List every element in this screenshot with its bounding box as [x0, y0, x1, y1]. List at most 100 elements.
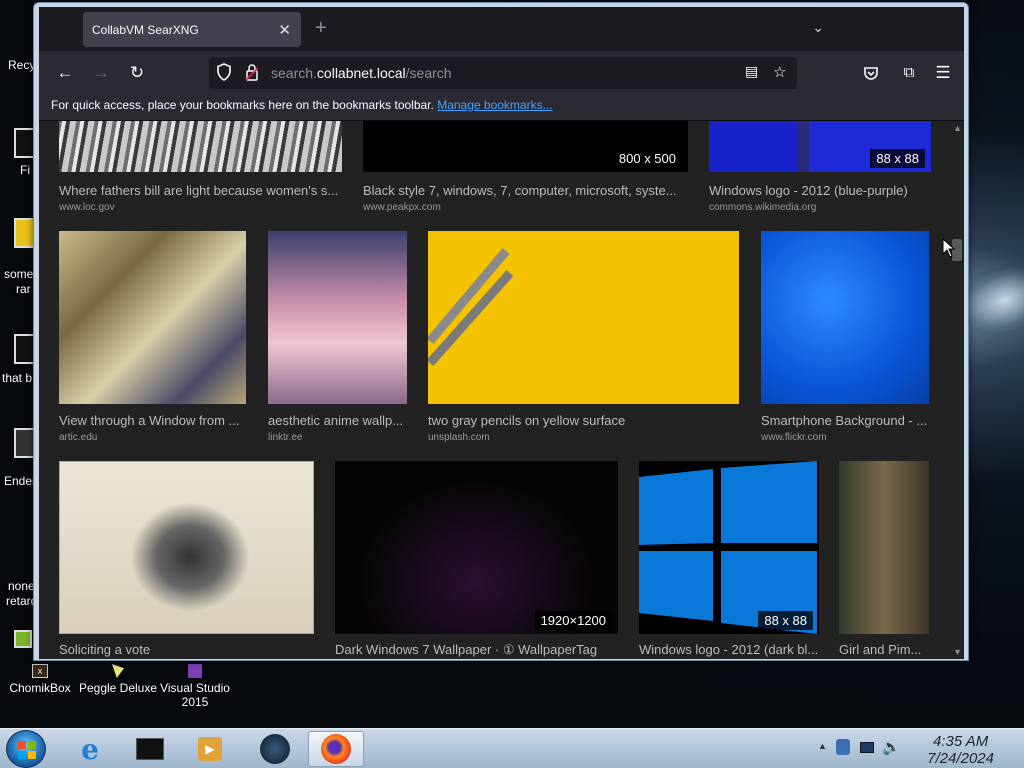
- taskbar-media[interactable]: ▶: [182, 731, 238, 767]
- desktop-icon-label-rar: rar: [16, 282, 31, 296]
- taskbar-explorer[interactable]: [122, 731, 178, 767]
- result-title[interactable]: Where fathers bill are light because wom…: [59, 183, 342, 198]
- resolution-badge: 88 x 88: [870, 149, 925, 168]
- lock-icon[interactable]: [245, 63, 259, 85]
- desktop-icon-chomikbox[interactable]: x ChomikBox: [0, 664, 80, 695]
- monitor-icon[interactable]: [860, 742, 874, 753]
- show-hidden-icons[interactable]: ▲: [818, 741, 827, 751]
- result-card[interactable]: two gray pencils on yellow surface unspl…: [428, 231, 739, 446]
- result-title[interactable]: Black style 7, windows, 7, computer, mic…: [363, 183, 688, 198]
- close-tab-icon[interactable]: ✕: [278, 21, 291, 39]
- result-thumbnail[interactable]: 800 x 500: [363, 121, 688, 172]
- clock-time: 4:35 AM: [932, 733, 989, 750]
- url-host: collabnet.local: [316, 65, 406, 81]
- pencils-graphic: [428, 248, 514, 366]
- extensions-icon[interactable]: ⧉: [897, 61, 921, 85]
- results-grid: Where fathers bill are light because wom…: [39, 121, 964, 659]
- result-card[interactable]: Smartphone Background - ... www.flickr.c…: [761, 231, 929, 446]
- start-button[interactable]: [6, 730, 46, 768]
- result-card[interactable]: Girl and Pim...: [839, 461, 929, 659]
- desktop-icon-label-file: Fi: [20, 163, 30, 177]
- result-thumbnail[interactable]: [761, 231, 929, 404]
- reload-icon[interactable]: ↻: [125, 61, 149, 85]
- result-card[interactable]: View through a Window from ... artic.edu: [59, 231, 246, 446]
- result-thumbnail[interactable]: [59, 231, 246, 404]
- windows-logo-graphic: [639, 461, 817, 634]
- manage-bookmarks-link[interactable]: Manage bookmarks...: [437, 98, 552, 112]
- globe-icon: [260, 734, 290, 764]
- windows-flag-icon: [18, 741, 36, 759]
- menu-icon[interactable]: ☰: [931, 61, 955, 85]
- result-thumbnail[interactable]: [839, 461, 929, 634]
- forward-icon[interactable]: →: [89, 61, 113, 85]
- desktop-icon-label-ender: Ender: [4, 474, 37, 488]
- result-card[interactable]: aesthetic anime wallp... linktr.ee: [268, 231, 407, 446]
- firefox-frame: CollabVM SearXNG ✕ + ⌄ ← → ↻ search.coll…: [39, 7, 964, 659]
- result-title[interactable]: Windows logo - 2012 (blue-purple): [709, 183, 931, 198]
- result-title[interactable]: Windows logo - 2012 (dark bl...: [639, 642, 819, 657]
- result-title[interactable]: View through a Window from ...: [59, 413, 246, 428]
- scroll-down-icon[interactable]: ▼: [953, 647, 962, 657]
- result-card[interactable]: 1920×1200 Dark Windows 7 Wallpaper · ① W…: [335, 461, 618, 659]
- taskbar-firefox[interactable]: [308, 731, 364, 767]
- result-title[interactable]: two gray pencils on yellow surface: [428, 413, 739, 428]
- bookmarks-hint: For quick access, place your bookmarks h…: [51, 98, 434, 112]
- desktop-icon-label-some: some: [4, 267, 34, 281]
- result-card[interactable]: Soliciting a vote: [59, 461, 314, 659]
- scrollbar[interactable]: ▲ ▼: [950, 121, 964, 659]
- desktop-icon-green[interactable]: [14, 630, 32, 648]
- taskbar-app[interactable]: [247, 731, 303, 767]
- url-bar[interactable]: search.collabnet.local/search ▤ ☆: [209, 57, 797, 89]
- nav-bar: ← → ↻ search.collabnet.local/search ▤ ☆ …: [39, 51, 964, 95]
- resolution-badge: 88 x 88: [758, 611, 813, 630]
- back-icon[interactable]: ←: [53, 61, 77, 85]
- media-player-icon: [136, 738, 164, 760]
- scroll-up-icon[interactable]: ▲: [953, 123, 962, 133]
- result-title[interactable]: Soliciting a vote: [59, 642, 314, 657]
- pocket-icon[interactable]: [859, 61, 883, 85]
- result-card[interactable]: 88 x 88 Windows logo - 2012 (blue-purple…: [709, 121, 931, 213]
- result-source: linktr.ee: [268, 432, 303, 443]
- result-title[interactable]: Dark Windows 7 Wallpaper · ① WallpaperTa…: [335, 642, 618, 658]
- list-tabs-icon[interactable]: ⌄: [812, 19, 824, 36]
- bookmark-star-icon[interactable]: ☆: [773, 63, 786, 81]
- volume-icon[interactable]: 🔈: [882, 738, 901, 756]
- network-icon[interactable]: [836, 739, 850, 755]
- result-title[interactable]: aesthetic anime wallp...: [268, 413, 407, 428]
- result-thumbnail[interactable]: [59, 121, 342, 172]
- reader-view-icon[interactable]: ▤: [745, 63, 758, 80]
- taskbar: e ▶ ▲ 🔈 4:35 AM 7/24/2024: [0, 728, 1024, 768]
- result-title[interactable]: Smartphone Background - ...: [761, 413, 929, 428]
- taskbar-ie[interactable]: e: [62, 731, 118, 767]
- desktop-icon-label-that: that b: [2, 371, 33, 385]
- result-title[interactable]: Girl and Pim...: [839, 642, 929, 657]
- desktop-icon-label: Peggle Deluxe: [78, 681, 158, 695]
- result-source: www.peakpx.com: [363, 202, 441, 213]
- desktop-icon-visual-studio[interactable]: Visual Studio 2015: [155, 664, 235, 709]
- tab-searxng[interactable]: CollabVM SearXNG ✕: [83, 12, 301, 47]
- desktop-icon-peggle[interactable]: Peggle Deluxe: [78, 664, 158, 695]
- play-icon: ▶: [198, 737, 222, 761]
- shield-icon[interactable]: [216, 63, 232, 85]
- result-card[interactable]: 88 x 88 Windows logo - 2012 (dark bl...: [639, 461, 819, 659]
- result-card[interactable]: Where fathers bill are light because wom…: [59, 121, 342, 213]
- result-source: unsplash.com: [428, 432, 490, 443]
- result-source: commons.wikimedia.org: [709, 202, 817, 213]
- url-path: /search: [405, 65, 452, 81]
- clock[interactable]: 4:35 AM 7/24/2024: [927, 733, 994, 767]
- result-thumbnail[interactable]: 88 x 88: [639, 461, 819, 634]
- desktop-icon-label-none: none: [8, 579, 35, 593]
- result-thumbnail[interactable]: [428, 231, 739, 404]
- result-source: www.flickr.com: [761, 432, 827, 443]
- new-tab-icon[interactable]: +: [315, 17, 327, 40]
- url-prefix: search.: [271, 65, 317, 81]
- resolution-badge: 1920×1200: [534, 611, 612, 630]
- bookmarks-toolbar: For quick access, place your bookmarks h…: [39, 95, 964, 121]
- result-source: artic.edu: [59, 432, 98, 443]
- clock-date: 7/24/2024: [927, 750, 994, 767]
- result-thumbnail[interactable]: [268, 231, 407, 404]
- result-card[interactable]: 800 x 500 Black style 7, windows, 7, com…: [363, 121, 688, 213]
- result-thumbnail[interactable]: 1920×1200: [335, 461, 618, 634]
- result-thumbnail[interactable]: [59, 461, 314, 634]
- result-thumbnail[interactable]: 88 x 88: [709, 121, 931, 172]
